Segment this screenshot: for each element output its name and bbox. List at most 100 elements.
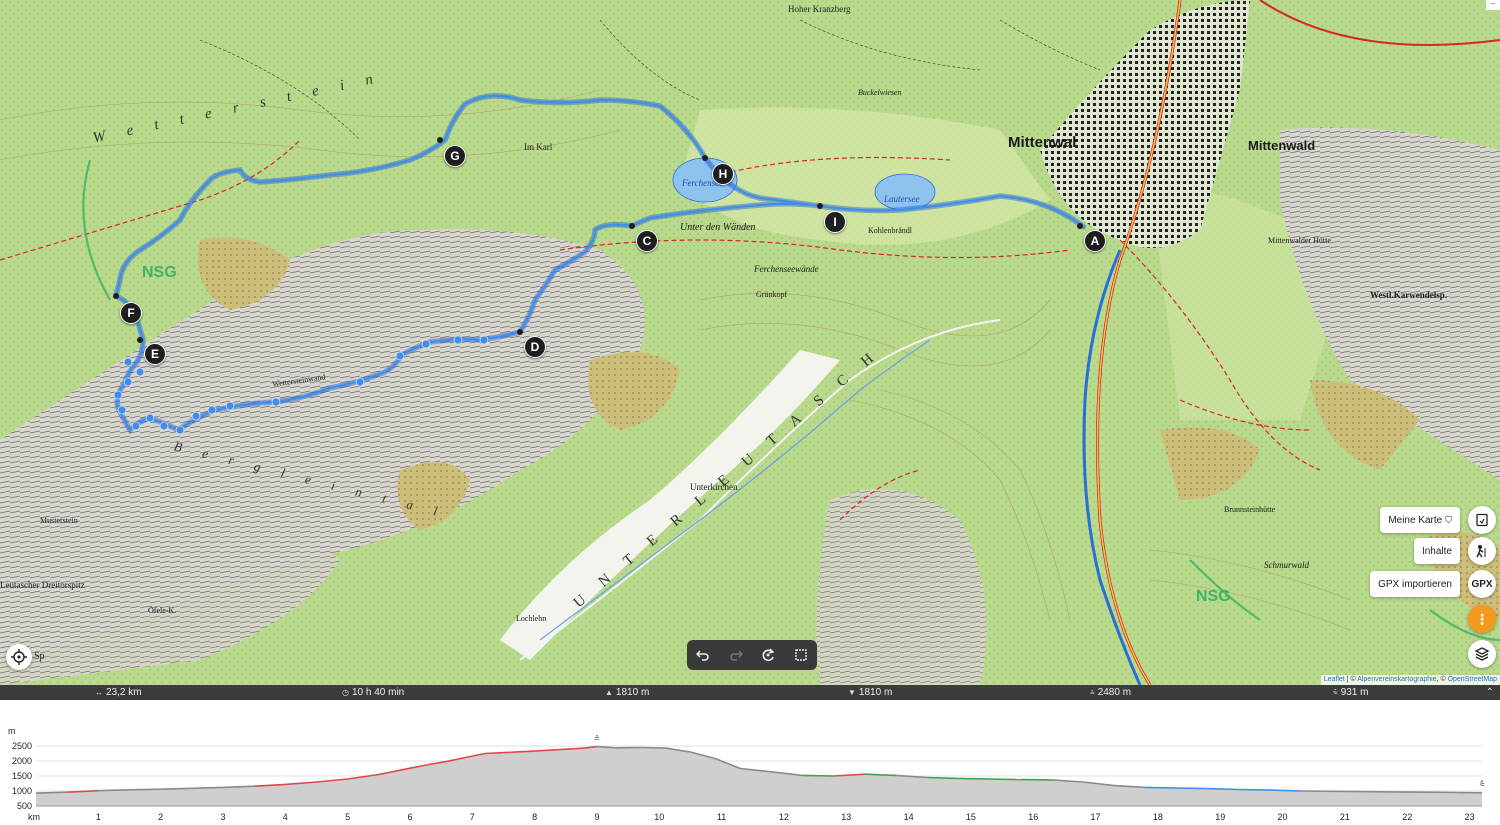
waypoint-g[interactable]: G <box>444 145 466 167</box>
x-tick-label: 8 <box>532 812 537 822</box>
distance-value: 23,2 km <box>106 687 142 698</box>
min-elevation-value: 931 m <box>1340 687 1369 698</box>
elevation-chart: 5001000150020002500mkm 1 2 3 4 5 6 7 8 9 10 11 12 13 1… <box>8 726 1485 822</box>
clock-icon: ◷ <box>342 688 349 697</box>
waypoint-f[interactable]: F <box>120 302 142 324</box>
max-elevation-icon: ⩮ <box>1090 688 1095 697</box>
waypoint-c[interactable]: C <box>636 230 658 252</box>
x-tick-label: 17 <box>1091 812 1101 822</box>
y-tick-label: 2500 <box>12 741 32 751</box>
layers-icon <box>1474 647 1490 661</box>
x-axis-label: km <box>28 812 40 822</box>
x-tick-label: 13 <box>841 812 851 822</box>
min-elevation-marker: ⩯ <box>1479 779 1484 789</box>
waypoint-d[interactable]: D <box>524 336 546 358</box>
x-tick-label: 22 <box>1402 812 1412 822</box>
distance-icon: ↔ <box>95 688 103 697</box>
x-tick-label: 20 <box>1278 812 1288 822</box>
max-elevation-value: 2480 m <box>1097 687 1132 698</box>
loop-icon <box>762 648 775 662</box>
elevation-profile[interactable]: 500 1000 1500 2000 2500 m km 1 2 3 4 5 6 7 8 9 10 11 12 13 1… <box>0 700 1500 825</box>
descent-icon: ▼ <box>848 688 856 697</box>
elevation-line-segment <box>1270 789 1302 792</box>
waypoint-i[interactable]: I <box>824 211 846 233</box>
collapse-chevron-icon[interactable]: ⌃ <box>1486 685 1494 700</box>
map-save-icon <box>1476 513 1488 527</box>
elevation-line-segment <box>191 786 224 790</box>
x-tick-label: 21 <box>1340 812 1350 822</box>
x-tick-label: 6 <box>407 812 412 822</box>
shield-icon: ⛉ <box>1445 514 1452 525</box>
gpx-import-button[interactable]: GPX importieren <box>1370 571 1460 597</box>
more-options-button[interactable]: ⋮ <box>1468 605 1496 633</box>
elevation-line-segment <box>129 788 161 791</box>
map-attribution: Leaflet | © Alpenvereinskartographie, © … <box>1320 675 1500 685</box>
elevation-line-segment <box>989 778 1021 781</box>
gpx-import-label: GPX importieren <box>1378 578 1452 590</box>
stat-duration: ◷ 10 h 40 min <box>342 685 404 700</box>
attribution-leaflet[interactable]: Leaflet <box>1324 676 1345 683</box>
tour-stats-bar: ↔ 23,2 km ◷ 10 h 40 min ▲ 1810 m ▼ 1810 … <box>0 685 1500 700</box>
x-tick-label: 2 <box>158 812 163 822</box>
ascent-icon: ▲ <box>605 688 613 697</box>
ascent-value: 1810 m <box>615 687 650 698</box>
map-basemap <box>0 0 1500 685</box>
x-tick-label: 15 <box>966 812 976 822</box>
locate-button[interactable] <box>6 644 32 670</box>
loop-button[interactable] <box>756 643 780 667</box>
minimize-button[interactable]: – <box>1486 0 1500 10</box>
elevation-line-segment <box>640 746 666 749</box>
x-tick-label: 18 <box>1153 812 1163 822</box>
x-tick-label: 3 <box>220 812 225 822</box>
route-toolbar <box>687 640 817 670</box>
content-icon-button[interactable] <box>1468 537 1496 565</box>
topographic-map[interactable]: Mittenwal Mittenwald W e t t e r s t e i… <box>0 0 1500 685</box>
undo-button[interactable] <box>691 643 715 667</box>
elevation-line-segment <box>1176 787 1208 790</box>
x-tick-label: 23 <box>1465 812 1475 822</box>
x-tick-label: 7 <box>470 812 475 822</box>
stat-ascent: ▲ 1810 m <box>605 685 649 700</box>
redo-button[interactable] <box>724 643 748 667</box>
elevation-line-segment <box>160 787 192 790</box>
y-tick-label: 1000 <box>12 786 32 796</box>
my-map-icon-button[interactable] <box>1468 506 1496 534</box>
x-tick-label: 10 <box>654 812 664 822</box>
waypoint-e[interactable]: E <box>144 343 166 365</box>
x-tick-label: 4 <box>283 812 288 822</box>
layers-button[interactable] <box>1468 640 1496 668</box>
elevation-line-segment <box>958 777 990 780</box>
stat-descent: ▼ 1810 m <box>848 685 892 700</box>
x-tick-label: 14 <box>904 812 914 822</box>
elevation-line-segment <box>1207 787 1239 791</box>
hiker-icon <box>1476 545 1486 558</box>
inhalte-button[interactable]: Inhalte <box>1413 538 1460 564</box>
tour-planner: Mittenwal Mittenwald W e t t e r s t e i… <box>0 0 1500 825</box>
undo-icon <box>696 650 709 661</box>
x-tick-label: 11 <box>717 812 726 822</box>
attribution-alpenverein[interactable]: Alpenvereinskartographie <box>1357 676 1436 683</box>
waypoint-h[interactable]: H <box>712 163 734 185</box>
crosshair-icon <box>11 649 27 665</box>
y-axis-label: m <box>8 726 16 736</box>
elevation-line-segment <box>1145 786 1177 789</box>
more-vertical-icon: ⋮ <box>1475 611 1489 627</box>
x-tick-label: 5 <box>345 812 350 822</box>
gpx-button[interactable]: GPX <box>1468 570 1496 598</box>
waypoint-a[interactable]: A <box>1084 230 1106 252</box>
duration-value: 10 h 40 min <box>351 687 405 698</box>
elevation-line-segment <box>802 774 834 777</box>
redo-icon <box>730 650 743 661</box>
x-tick-label: 12 <box>779 812 789 822</box>
meine-karte-button[interactable]: Meine Karte ⛉ <box>1380 507 1460 533</box>
elevation-line-segment <box>98 789 130 792</box>
descent-value: 1810 m <box>858 687 893 698</box>
attribution-osm[interactable]: OpenStreetMap <box>1448 676 1497 683</box>
elevation-line-segment <box>927 776 959 780</box>
crop-icon <box>795 649 807 661</box>
inhalte-label: Inhalte <box>1421 545 1452 557</box>
x-tick-label: 9 <box>594 812 599 822</box>
elevation-line-segment <box>1238 788 1271 791</box>
x-tick-label: 1 <box>96 812 101 822</box>
crop-button[interactable] <box>789 643 813 667</box>
